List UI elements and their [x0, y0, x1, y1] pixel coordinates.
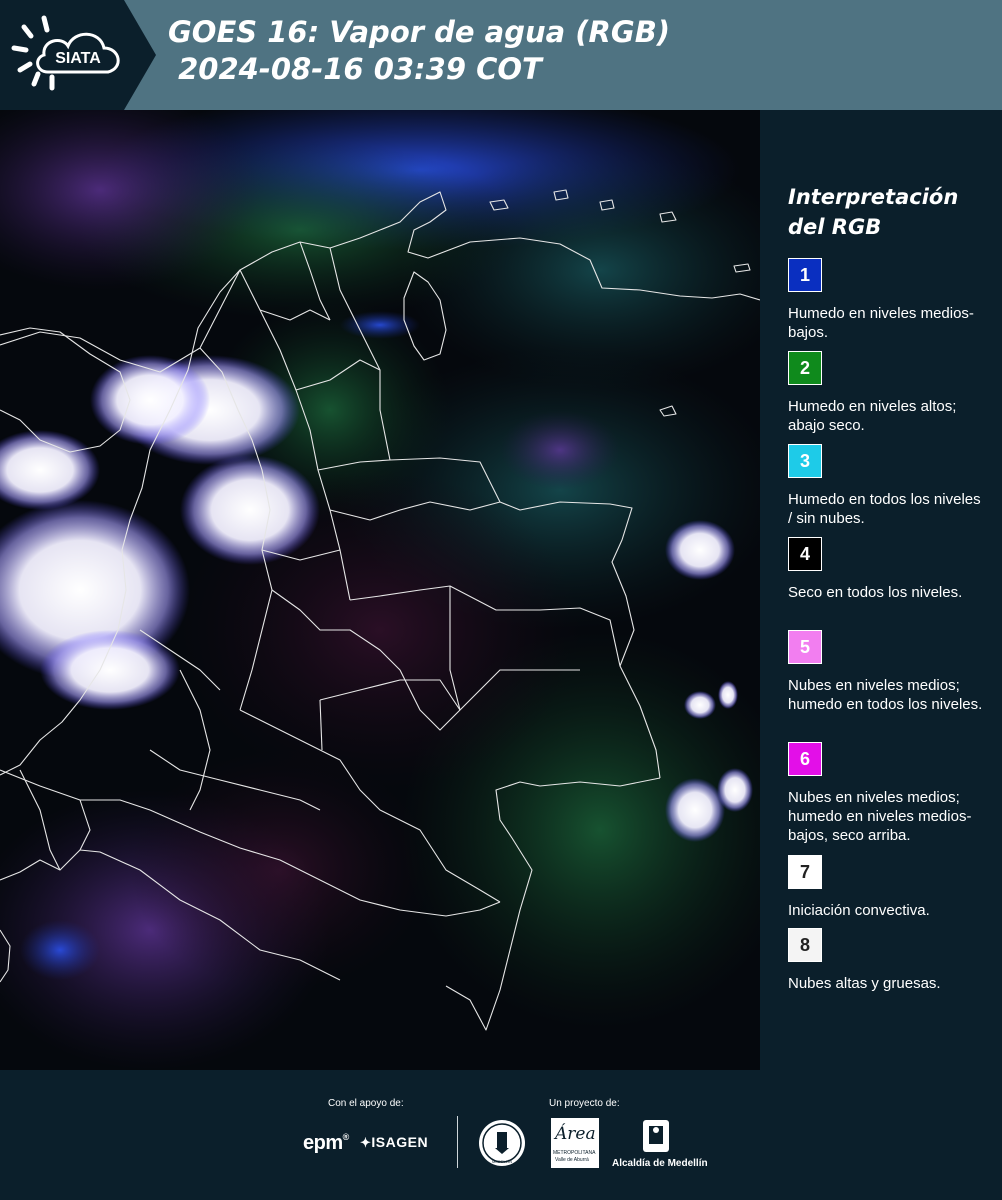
water-vapor-map-image [0, 110, 760, 1070]
legend-swatch-8: 8 [788, 928, 822, 962]
svg-text:MEDELLÍN: MEDELLÍN [492, 1159, 512, 1164]
legend-text-8: Nubes altas y gruesas. [788, 975, 941, 992]
legend-text-2: Humedo en niveles altos; abajo seco. [788, 398, 957, 434]
header-bar: SIATA GOES 16: Vapor de agua (RGB) 2024-… [0, 0, 1002, 110]
footer-divider [457, 1116, 458, 1168]
legend-title: Interpretación del RGB [788, 185, 959, 239]
legend-swatch-7: 7 [788, 855, 822, 889]
siata-logo: SIATA [0, 0, 156, 110]
isagen-logo: ✦ISAGEN [360, 1134, 428, 1151]
title-line-2: 2024-08-16 03:39 COT [168, 52, 542, 86]
title-line-1: GOES 16: Vapor de agua (RGB) [168, 15, 671, 49]
rgb-legend: Interpretación del RGB 1 Humedo en nivel… [760, 110, 1002, 1070]
area-metropolitana-logo: Área METROPOLITANA Valle de Aburrá [551, 1118, 599, 1168]
support-label: Con el apoyo de: [328, 1098, 404, 1109]
isagen-mark-icon: ✦ [360, 1135, 372, 1150]
legend-text-5: Nubes en niveles medios; humedo en todos… [788, 677, 983, 713]
legend-swatch-5: 5 [788, 630, 822, 664]
legend-number-4: 4 [799, 543, 810, 564]
legend-item-4: 4 Seco en todos los niveles. [788, 537, 998, 602]
footer: Con el apoyo de: Un proyecto de: epm® ✦I… [0, 1070, 1002, 1200]
page-title: GOES 16: Vapor de agua (RGB) 2024-08-16 … [168, 14, 670, 88]
legend-text-3: Humedo en todos los niveles / sin nubes. [788, 491, 981, 527]
satellite-map [0, 110, 760, 1070]
legend-swatch-1: 1 [788, 258, 822, 292]
alcaldia-shield-icon [643, 1120, 669, 1152]
legend-item-3: 3 Humedo en todos los niveles / sin nube… [788, 444, 998, 528]
area-logo-sub1: METROPOLITANA [553, 1150, 596, 1156]
legend-item-5: 5 Nubes en niveles medios; humedo en tod… [788, 630, 998, 714]
legend-item-2: 2 Humedo en niveles altos; abajo seco. [788, 351, 998, 435]
legend-number-7: 7 [799, 861, 810, 882]
legend-text-4: Seco en todos los niveles. [788, 584, 963, 601]
medellin-seal-logo: MEDELLÍN [479, 1120, 525, 1166]
svg-text:SIATA: SIATA [55, 50, 101, 67]
legend-number-1: 1 [799, 264, 810, 285]
isagen-logo-text: ISAGEN [371, 1134, 429, 1150]
area-logo-sub2: Valle de Aburrá [555, 1157, 589, 1163]
legend-text-1: Humedo en niveles medios-bajos. [788, 305, 974, 341]
alcaldia-logo-text: Alcaldía de Medellín [612, 1158, 708, 1169]
legend-text-7: Iniciación convectiva. [788, 902, 930, 919]
legend-number-2: 2 [799, 357, 810, 378]
legend-item-7: 7 Iniciación convectiva. [788, 855, 998, 920]
area-logo-text: Área [555, 1124, 596, 1144]
legend-number-6: 6 [799, 748, 810, 769]
legend-swatch-2: 2 [788, 351, 822, 385]
project-label: Un proyecto de: [549, 1098, 620, 1109]
legend-number-8: 8 [799, 934, 810, 955]
epm-logo: epm® [303, 1132, 349, 1154]
legend-number-3: 3 [799, 450, 810, 471]
legend-text-6: Nubes en niveles medios; humedo en nivel… [788, 789, 972, 844]
epm-logo-text: epm [303, 1132, 343, 1154]
legend-number-5: 5 [799, 636, 810, 657]
legend-item-8: 8 Nubes altas y gruesas. [788, 928, 998, 993]
legend-item-1: 1 Humedo en niveles medios-bajos. [788, 258, 998, 342]
legend-swatch-6: 6 [788, 742, 822, 776]
legend-swatch-3: 3 [788, 444, 822, 478]
legend-item-6: 6 Nubes en niveles medios; humedo en niv… [788, 742, 998, 845]
legend-swatch-4: 4 [788, 537, 822, 571]
